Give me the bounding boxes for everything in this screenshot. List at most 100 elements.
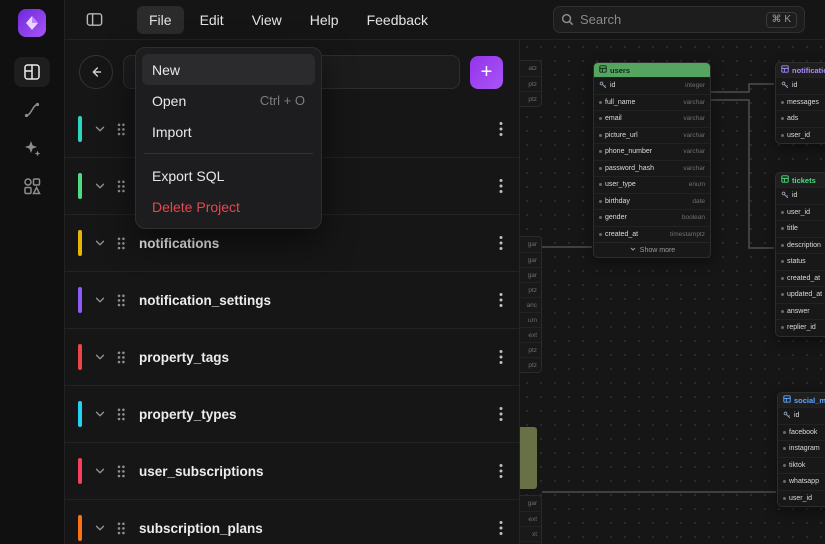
file-menu-item-import[interactable]: Import <box>142 116 315 147</box>
drag-handle-icon[interactable] <box>116 407 126 422</box>
ai-sparkles-icon[interactable] <box>14 133 50 163</box>
diagram-field-row: replier_id <box>776 319 825 336</box>
file-menu-item-open[interactable]: Open Ctrl + O <box>142 85 315 116</box>
table-list-item-property-tags[interactable]: property_tags <box>65 329 519 386</box>
table-color-bar <box>78 344 82 370</box>
field-dot-icon <box>599 166 602 170</box>
field-type-label: date <box>692 197 705 205</box>
table-color-bar <box>78 401 82 427</box>
drag-handle-icon[interactable] <box>116 350 126 365</box>
menu-edit[interactable]: Edit <box>188 6 236 34</box>
field-dot-icon <box>599 199 602 203</box>
diagram-field-row: password_hash varchar <box>594 159 710 177</box>
field-name-label: id <box>610 82 616 90</box>
shapes-tool-icon[interactable] <box>14 171 50 201</box>
file-menu-item-label: Import <box>152 123 192 140</box>
add-table-button[interactable]: + <box>470 55 503 89</box>
table-options-kebab-icon[interactable] <box>499 463 503 479</box>
tables-tool-icon[interactable] <box>14 57 50 87</box>
field-type-label: integer <box>685 82 705 90</box>
back-button[interactable] <box>79 55 113 89</box>
diagram-table-header: notifications <box>776 63 825 77</box>
diagram-table-tickets[interactable]: tickets id user_id title description status cr… <box>775 172 825 337</box>
collapse-chevron-icon[interactable] <box>93 521 107 535</box>
table-list-item-subscription-plans[interactable]: subscription_plans <box>65 500 519 544</box>
relationships-tool-icon[interactable] <box>14 95 50 125</box>
file-menu-item-export-sql[interactable]: Export SQL <box>142 160 315 191</box>
file-menu-item-new[interactable]: New <box>142 54 315 85</box>
table-name: property_types <box>139 406 237 422</box>
field-dot-icon <box>781 227 784 231</box>
collapse-chevron-icon[interactable] <box>93 122 107 136</box>
menu-view[interactable]: View <box>240 6 294 34</box>
field-type-label: enum <box>688 181 705 189</box>
field-dot-icon <box>781 276 784 280</box>
diagram-field-row: facebook <box>778 423 825 441</box>
table-list-item-property-types[interactable]: property_types <box>65 386 519 443</box>
field-name-label: birthday <box>605 197 630 205</box>
collapse-chevron-icon[interactable] <box>93 179 107 193</box>
table-options-kebab-icon[interactable] <box>499 406 503 422</box>
diagram-table-social-mo[interactable]: social_moid facebook instagram tiktok whatsa… <box>777 392 825 507</box>
field-name: user_id <box>781 209 810 216</box>
collapse-chevron-icon[interactable] <box>93 293 107 307</box>
menu-file[interactable]: File <box>137 5 184 34</box>
diagram-field-row: email varchar <box>594 110 710 127</box>
global-search-input[interactable]: Search ⌘ K <box>553 6 805 33</box>
field-name: ads <box>781 115 798 122</box>
drag-handle-icon[interactable] <box>116 464 126 479</box>
table-name: property_tags <box>139 349 230 365</box>
file-menu-item-delete-project[interactable]: Delete Project <box>142 191 315 222</box>
field-name-label: description <box>787 241 821 249</box>
drag-handle-icon[interactable] <box>116 179 126 194</box>
table-list-item-user-subscriptions[interactable]: user_subscriptions <box>65 443 519 500</box>
collapse-chevron-icon[interactable] <box>93 407 107 421</box>
table-options-kebab-icon[interactable] <box>499 178 503 194</box>
diagram-field-row: id <box>776 77 825 94</box>
diagram-table-users[interactable]: users id integer full_name varchar email varch… <box>593 62 711 258</box>
diagram-canvas[interactable]: users id integer full_name varchar email varch… <box>520 40 825 544</box>
table-options-kebab-icon[interactable] <box>499 520 503 536</box>
field-dot-icon <box>781 133 784 137</box>
file-menu-item-label: Export SQL <box>152 167 225 184</box>
drag-handle-icon[interactable] <box>116 521 126 536</box>
primary-key-icon <box>599 81 607 91</box>
table-list-item-notification-settings[interactable]: notification_settings <box>65 272 519 329</box>
field-name-label: gender <box>605 214 627 222</box>
primary-key-icon <box>781 191 789 201</box>
field-name-label: facebook <box>789 428 818 436</box>
diagram-field-row: updated_at <box>776 286 825 303</box>
field-name: created_at <box>599 231 638 238</box>
diagram-field-row: birthday date <box>594 192 710 210</box>
menu-help[interactable]: Help <box>298 6 351 34</box>
app-logo[interactable] <box>18 9 46 37</box>
field-type-label: varchar <box>683 98 705 106</box>
table-options-kebab-icon[interactable] <box>499 292 503 308</box>
drag-handle-icon[interactable] <box>116 236 126 251</box>
table-color-bar <box>78 230 82 256</box>
diagram-field-row: id integer <box>594 77 710 94</box>
clipped-table-fragment: gar gar gar ptz aric um ext ptz ptz <box>520 236 542 373</box>
show-more-toggle[interactable]: Show more <box>594 242 710 257</box>
table-icon <box>599 65 607 75</box>
table-options-kebab-icon[interactable] <box>499 235 503 251</box>
diagram-field-row: status <box>776 253 825 270</box>
diagram-field-row: messages <box>776 93 825 111</box>
collapse-chevron-icon[interactable] <box>93 350 107 364</box>
primary-key-icon <box>781 81 789 91</box>
field-name-label: title <box>787 225 798 233</box>
field-name-label: messages <box>787 98 819 106</box>
field-dot-icon <box>781 243 784 247</box>
sidebar-toggle-icon[interactable] <box>81 7 107 33</box>
collapse-chevron-icon[interactable] <box>93 464 107 478</box>
drag-handle-icon[interactable] <box>116 122 126 137</box>
drag-handle-icon[interactable] <box>116 293 126 308</box>
table-options-kebab-icon[interactable] <box>499 121 503 137</box>
diagram-table-notifications[interactable]: notifications id messages ads user_id <box>775 62 825 144</box>
table-options-kebab-icon[interactable] <box>499 349 503 365</box>
clipped-type-fragment: ptz <box>520 76 541 91</box>
menu-feedback[interactable]: Feedback <box>355 6 440 34</box>
field-dot-icon <box>781 260 784 264</box>
collapse-chevron-icon[interactable] <box>93 236 107 250</box>
logo-diamond-icon <box>26 16 38 30</box>
